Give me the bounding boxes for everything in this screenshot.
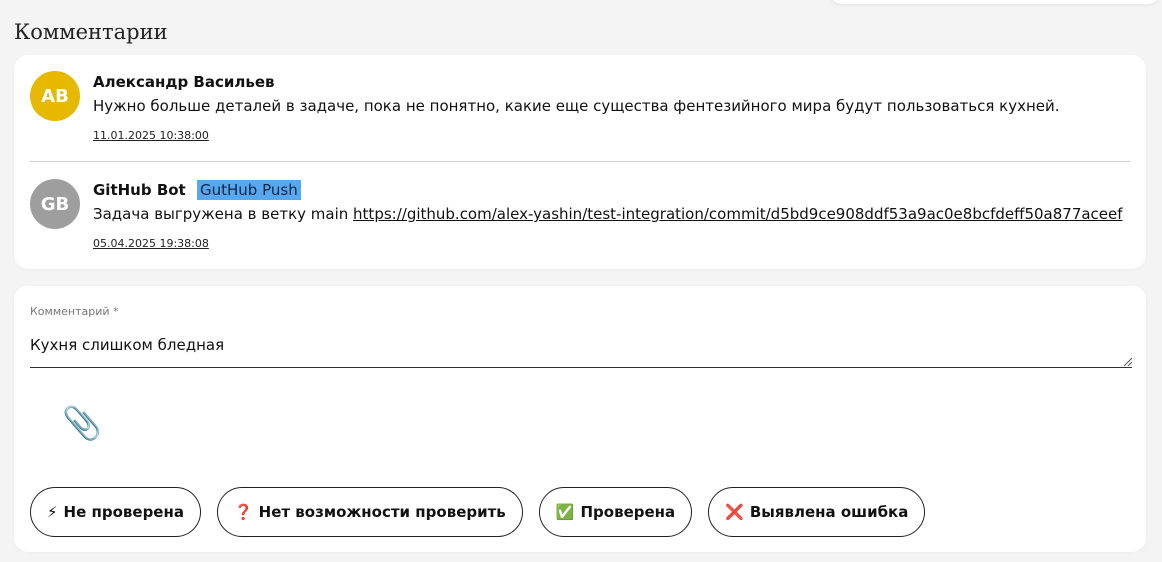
cannot-check-button[interactable]: ❓ Нет возможности проверить bbox=[216, 487, 523, 537]
comment-text: Нужно больше деталей в задаче, пока не п… bbox=[93, 97, 1060, 115]
not-checked-button[interactable]: ⚡ Не проверена bbox=[30, 487, 201, 537]
button-label: Нет возможности проверить bbox=[258, 503, 506, 521]
status-buttons: ⚡ Не проверена ❓ Нет возможности провери… bbox=[30, 487, 926, 537]
button-label: Проверена bbox=[580, 503, 676, 521]
error-found-button[interactable]: ❌ Выявлена ошибка bbox=[708, 487, 926, 537]
comments-list: AB Александр Васильев Нужно больше детал… bbox=[14, 55, 1146, 269]
comment-date[interactable]: 11.01.2025 10:38:00 bbox=[93, 129, 209, 142]
top-panel-edge bbox=[830, 0, 1160, 4]
cross-icon: ❌ bbox=[725, 503, 744, 521]
comment-author: Александр Васильев bbox=[93, 73, 275, 91]
question-icon: ❓ bbox=[233, 503, 253, 521]
source-tag: GutHub Push bbox=[197, 180, 301, 200]
comment-item: AB Александр Васильев Нужно больше детал… bbox=[30, 71, 1130, 161]
commit-link[interactable]: https://github.com/alex-yashin/test-inte… bbox=[353, 205, 1123, 223]
comment-textarea[interactable]: Кухня слишком бледная bbox=[30, 330, 1132, 368]
comment-text: Задача выгружена в ветку main https://gi… bbox=[93, 205, 1123, 223]
avatar: AB bbox=[30, 71, 80, 121]
comment-date[interactable]: 05.04.2025 19:38:08 bbox=[93, 237, 209, 250]
lightning-icon: ⚡ bbox=[47, 503, 58, 521]
section-title: Комментарии bbox=[14, 20, 168, 44]
comment-text-body: Задача выгружена в ветку main bbox=[93, 205, 349, 223]
avatar: GB bbox=[30, 179, 80, 229]
button-label: Не проверена bbox=[63, 503, 184, 521]
comment-field-label: Комментарий * bbox=[30, 305, 119, 318]
check-icon: ✅ bbox=[555, 503, 575, 521]
comment-item: GB GitHub Bot GutHub Push Задача выгруже… bbox=[30, 179, 1130, 259]
checked-button[interactable]: ✅ Проверена bbox=[538, 487, 693, 537]
paperclip-icon[interactable]: 📎 bbox=[62, 404, 102, 442]
comment-form: Комментарий * Кухня слишком бледная 📎 ⚡ … bbox=[14, 286, 1146, 552]
comment-divider bbox=[30, 161, 1130, 162]
resize-grip-icon[interactable] bbox=[1122, 356, 1132, 366]
button-label: Выявлена ошибка bbox=[749, 503, 909, 521]
comment-author: GitHub Bot bbox=[93, 181, 186, 199]
